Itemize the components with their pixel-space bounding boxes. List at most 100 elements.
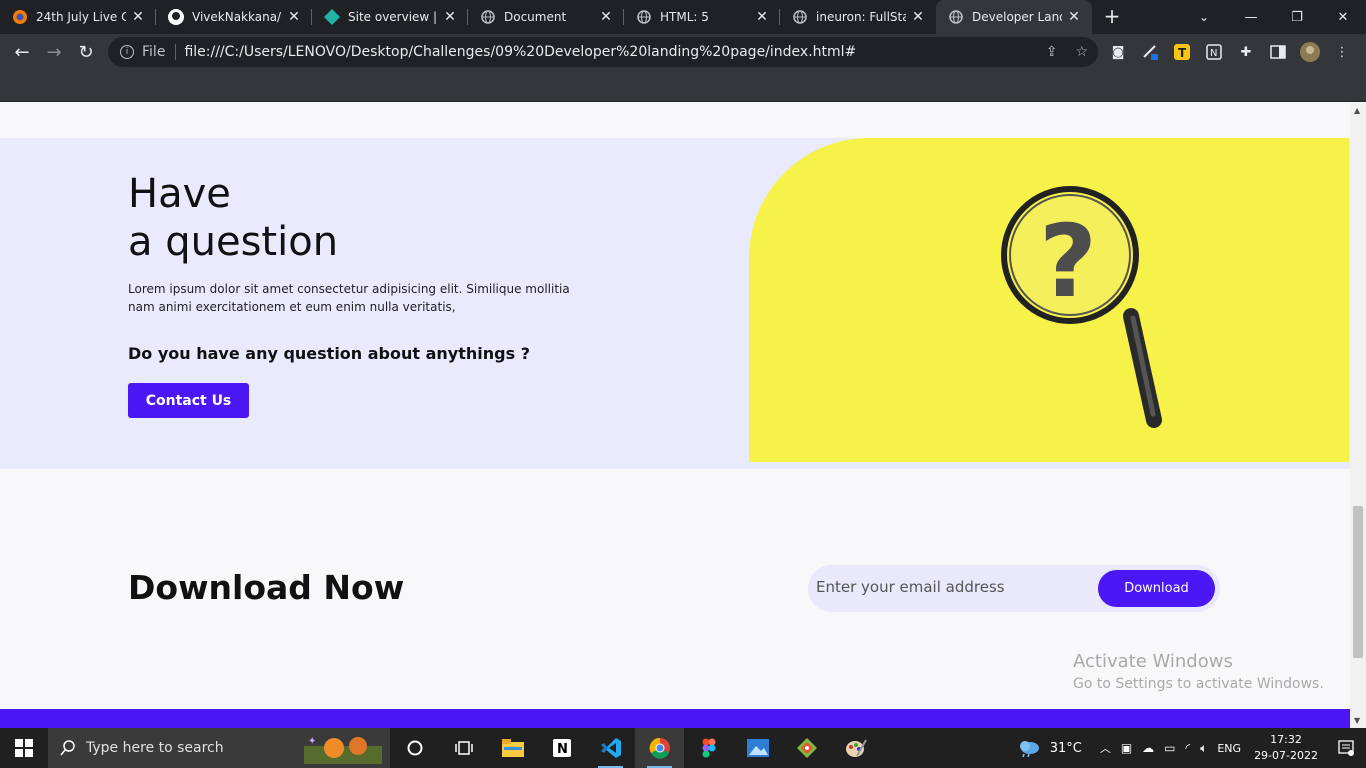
close-icon[interactable]: ✕ [286,9,302,25]
github-icon [168,9,184,25]
extensions-area: ◙ T N ✚ ⋮ [1108,34,1352,70]
tab-title: 24th July Live Cla [36,10,126,24]
svg-text:N: N [1210,48,1217,59]
tab-title: ineuron: FullStack [816,10,906,24]
globe-icon [792,9,808,25]
bookmark-star-icon[interactable]: ☆ [1075,44,1088,60]
email-input[interactable] [816,573,1086,601]
clock-time: 17:32 [1270,733,1302,746]
globe-icon [480,9,496,25]
battery-icon[interactable]: ▭ [1159,728,1180,768]
close-window-icon[interactable]: ✕ [1320,0,1366,34]
restore-icon[interactable]: ❐ [1274,0,1320,34]
windows-taskbar: Type here to search ✦ N 31°C ︿ ▣ ☁ ▭ ◜ 🔈… [0,728,1366,768]
svg-text:T: T [1178,46,1187,60]
minimize-icon[interactable]: — [1228,0,1274,34]
magnifier-question-image: ? [749,138,1349,462]
question-subheading: Do you have any question about anythings… [128,344,530,363]
tab-developer-landing[interactable]: Developer Landin ✕ [936,0,1092,34]
weather-cloud-icon[interactable] [1013,728,1045,768]
puzzle-extensions-icon[interactable]: ✚ [1236,42,1256,62]
tab-title: HTML: 5 [660,10,709,24]
back-icon[interactable]: ← [6,36,38,68]
globe-icon [948,9,964,25]
footer-strip [0,709,1350,728]
profile-avatar[interactable] [1300,42,1320,62]
close-icon[interactable]: ✕ [442,9,458,25]
tab-title: VivekNakkana/01 [192,10,282,24]
photos-icon[interactable] [733,728,782,768]
tab-html5[interactable]: HTML: 5 ✕ [624,0,780,34]
camera-icon[interactable]: ◙ [1108,42,1128,62]
vscode-icon[interactable] [586,728,635,768]
globe-icon [636,9,652,25]
scroll-down-icon[interactable]: ▼ [1354,716,1360,725]
scroll-thumb[interactable] [1353,506,1363,658]
download-title-rest: Now [323,568,405,607]
address-bar[interactable]: i File file:///C:/Users/LENOVO/Desktop/C… [108,37,1098,67]
meet-now-icon[interactable]: ▣ [1116,728,1137,768]
volume-icon[interactable]: 🔈︎ [1195,728,1212,768]
svg-text:✦: ✦ [308,736,316,747]
tab-document[interactable]: Document ✕ [468,0,624,34]
task-view-icon[interactable] [439,728,488,768]
search-icon [60,740,75,756]
tab-title: Document [504,10,567,24]
contact-us-button[interactable]: Contact Us [128,383,249,418]
wifi-icon[interactable]: ◜ [1181,728,1196,768]
taskbar-search[interactable]: Type here to search ✦ [48,728,390,768]
notion-icon[interactable]: N [1204,42,1224,62]
svg-text:N: N [557,742,568,757]
language-indicator[interactable]: ENG [1212,728,1246,768]
search-highlight-illustration-icon: ✦ [304,736,382,764]
vertical-scrollbar[interactable]: ▲ ▼ [1350,103,1366,728]
site-info-icon[interactable]: i [120,45,134,59]
magnifying-glass-icon: ? [1001,186,1162,428]
download-title: Download Now [128,568,404,607]
ineuron-orange-icon [12,9,28,25]
tab-search-icon[interactable]: ⌄ [1186,0,1222,34]
extension-pen-icon[interactable] [1140,42,1160,62]
tab-ineuron-fullstack[interactable]: ineuron: FullStack ✕ [780,0,936,34]
onedrive-cloud-icon[interactable]: ☁ [1137,728,1159,768]
windows-start-icon[interactable] [0,728,48,768]
close-icon[interactable]: ✕ [598,9,614,25]
close-icon[interactable]: ✕ [1066,9,1082,25]
watermark-subtitle: Go to Settings to activate Windows. [1073,676,1324,692]
show-hidden-icons-chevron-up-icon[interactable]: ︿ [1095,728,1116,768]
close-icon[interactable]: ✕ [754,9,770,25]
file-explorer-icon[interactable] [488,728,537,768]
tab-github[interactable]: VivekNakkana/01 ✕ [156,0,312,34]
side-panel-icon[interactable] [1268,42,1288,62]
page-viewport: Have a question Lorem ipsum dolor sit am… [0,103,1350,728]
close-icon[interactable]: ✕ [130,9,146,25]
scheme-label: File [142,44,166,60]
menu-kebab-icon[interactable]: ⋮ [1332,42,1352,62]
weather-temperature[interactable]: 31°C [1045,728,1087,768]
notion-taskbar-icon[interactable]: N [537,728,586,768]
close-icon[interactable]: ✕ [910,9,926,25]
share-icon[interactable]: ⇪ [1046,44,1058,60]
notifications-icon[interactable] [1326,728,1366,768]
git-extension-icon[interactable] [782,728,831,768]
clock[interactable]: 17:32 29-07-2022 [1246,732,1326,764]
url-text[interactable]: file:///C:/Users/LENOVO/Desktop/Challeng… [184,44,856,60]
system-tray: 31°C ︿ ▣ ☁ ▭ ◜ 🔈︎ ENG 17:32 29-07-2022 [1013,728,1366,768]
activate-windows-watermark: Activate Windows Go to Settings to activ… [1073,651,1324,692]
tab-netlify[interactable]: Site overview | int ✕ [312,0,468,34]
paint-icon[interactable] [831,728,880,768]
toolbox-t-icon[interactable]: T [1172,42,1192,62]
scroll-up-icon[interactable]: ▲ [1354,106,1360,115]
cortana-icon[interactable] [390,728,439,768]
tab-title: Developer Landin [972,10,1062,24]
search-placeholder: Type here to search [86,740,224,756]
email-form: Download [808,565,1220,612]
figma-icon[interactable] [684,728,733,768]
bookmarks-bar [0,70,1366,102]
forward-icon[interactable]: → [38,36,70,68]
download-button[interactable]: Download [1098,570,1215,607]
new-tab-button[interactable]: + [1092,0,1132,34]
tab-live-class[interactable]: 24th July Live Cla ✕ [0,0,156,34]
chrome-icon[interactable] [635,728,684,768]
reload-icon[interactable]: ↻ [70,36,102,68]
